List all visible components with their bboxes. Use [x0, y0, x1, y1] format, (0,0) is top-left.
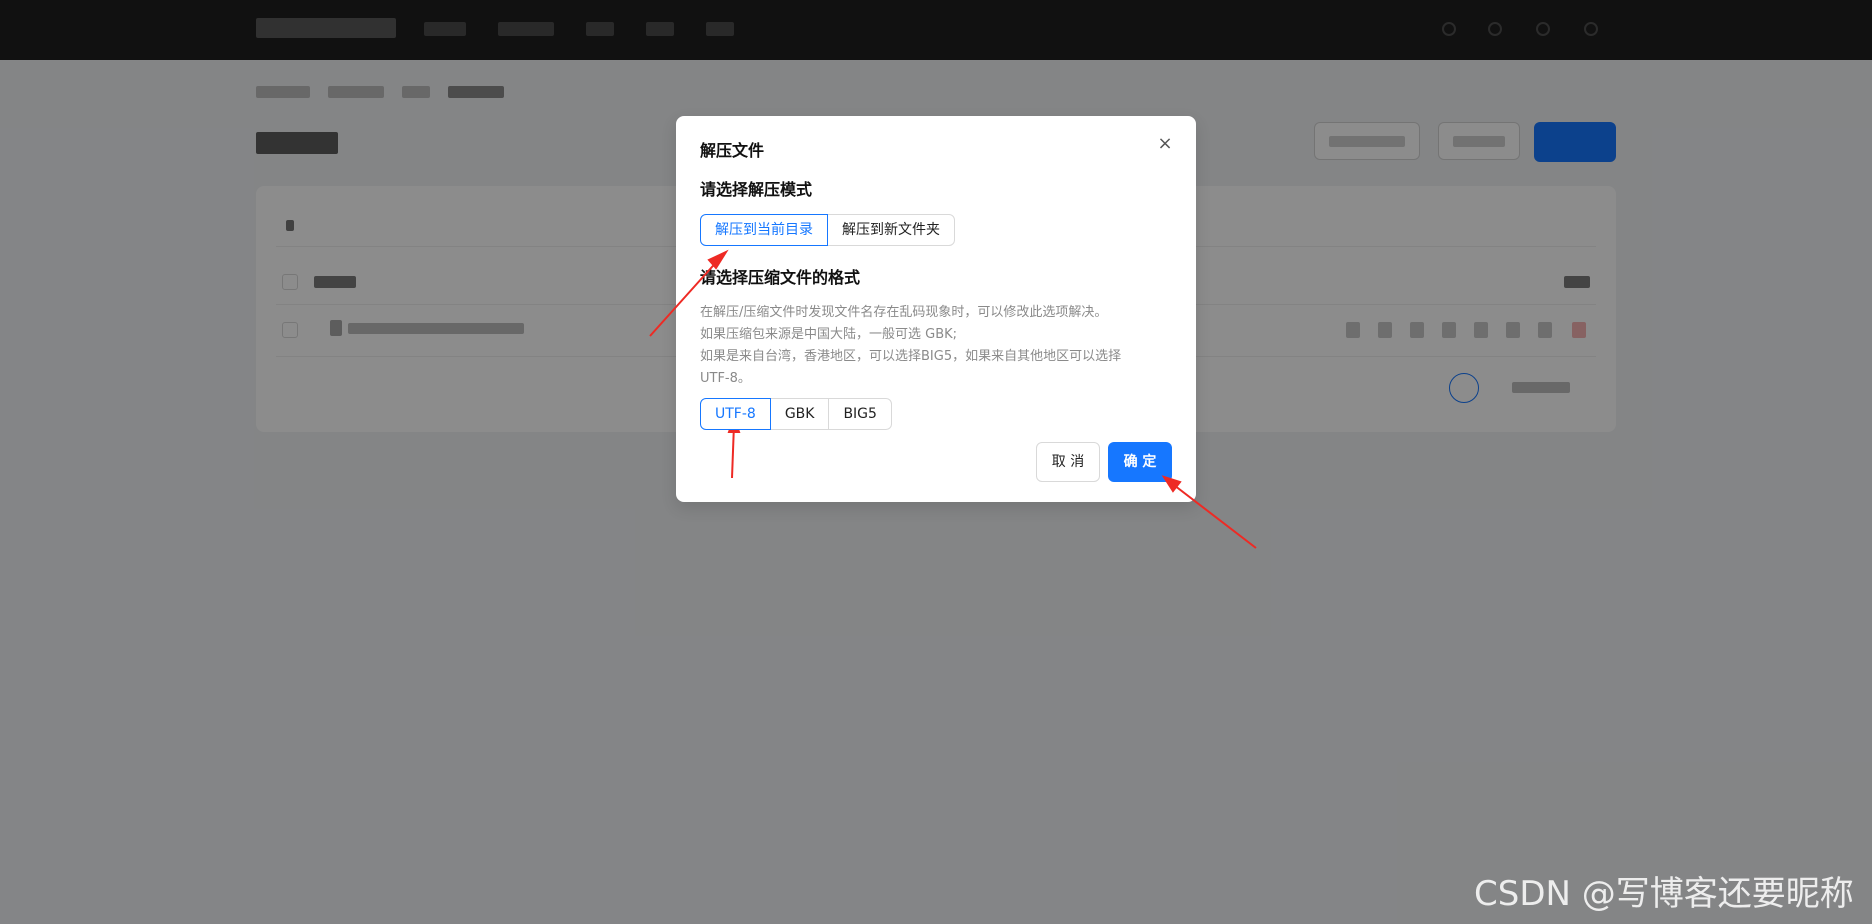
watermark: CSDN @写博客还要昵称: [1474, 874, 1854, 914]
extract-mode-selector: 解压到当前目录 解压到新文件夹: [700, 214, 955, 246]
cancel-button[interactable]: 取 消: [1036, 442, 1100, 482]
confirm-button[interactable]: 确 定: [1108, 442, 1172, 482]
description-line: 如果是来自台湾，香港地区，可以选择BIG5，如果来自其他地区可以选择: [700, 349, 1122, 364]
description-line: 如果压缩包来源是中国大陆，一般可选 GBK;: [700, 327, 958, 342]
format-description: 在解压/压缩文件时发现文件名存在乱码现象时，可以修改此选项解决。 如果压缩包来源…: [700, 302, 1170, 390]
close-icon[interactable]: ×: [1154, 133, 1176, 155]
dialog-title: 解压文件: [700, 141, 765, 160]
encoding-option-utf8[interactable]: UTF-8: [700, 398, 771, 430]
encoding-option-big5[interactable]: BIG5: [828, 398, 892, 430]
mode-option-new-folder[interactable]: 解压到新文件夹: [827, 214, 955, 246]
encoding-option-gbk[interactable]: GBK: [769, 398, 830, 430]
mode-option-current-dir[interactable]: 解压到当前目录: [700, 214, 828, 246]
description-line: 在解压/压缩文件时发现文件名存在乱码现象时，可以修改此选项解决。: [700, 305, 1108, 320]
encoding-selector: UTF-8 GBK BIG5: [700, 398, 892, 430]
description-line: UTF-8。: [700, 371, 751, 386]
extract-file-dialog: 解压文件 × 请选择解压模式 解压到当前目录 解压到新文件夹 请选择压缩文件的格…: [676, 116, 1196, 502]
format-label: 请选择压缩文件的格式: [700, 268, 861, 287]
mode-label: 请选择解压模式: [700, 180, 813, 199]
